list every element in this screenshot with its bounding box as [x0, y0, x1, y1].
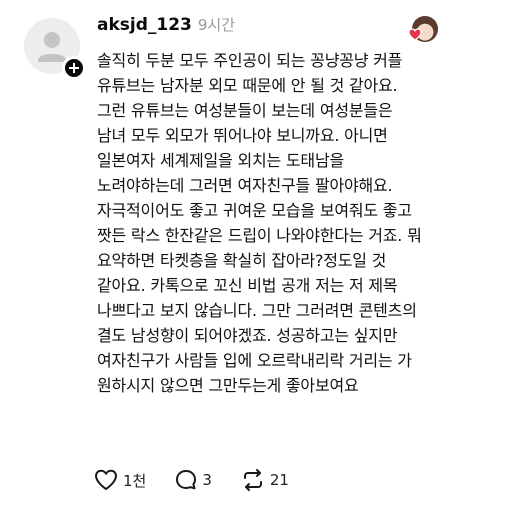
reply-count: 3 — [202, 471, 212, 489]
comment-line: 노려야하는데 그러면 여자친구들 팔아야해요. — [97, 176, 393, 195]
comment-line: 원하시지 않으면 그만두는게 좋아보여요 — [97, 376, 359, 395]
comment-line: 요약하면 타켓층을 확실히 잡아라?정도일 것 — [97, 251, 387, 270]
comment-line: 같아요. 카톡으로 꼬신 비법 공개 저는 저 제목 — [97, 276, 398, 295]
avatar-container[interactable] — [24, 18, 86, 80]
comment-card: aksjd_123 9시간 솔직히 두분 모두 주인공이 되는 꽁냥꽁냥 커플 … — [0, 0, 525, 514]
liked-by-author-avatar — [408, 16, 438, 42]
comment-header: aksjd_123 9시간 — [97, 14, 235, 38]
repost-count: 21 — [269, 471, 289, 489]
comment-line: 그런 유튜브는 여성분들이 보는데 여성분들은 — [97, 101, 393, 120]
repost-button[interactable]: 21 — [240, 468, 289, 492]
comment-line: 나쁘다고 보지 않습니다. 그만 그러려면 콘텐츠의 — [97, 301, 417, 320]
timestamp: 9시간 — [197, 16, 236, 34]
comment-body: 솔직히 두분 모두 주인공이 되는 꽁냥꽁냥 커플 유튜브는 남자분 외모 때문… — [97, 48, 507, 398]
comment-line: 남녀 모두 외모가 뛰어나야 보니까요. 아니면 — [97, 126, 388, 145]
like-count: 1천 — [123, 471, 147, 490]
comment-line: 자극적이어도 좋고 귀여운 모습을 보여줘도 좋고 — [97, 201, 412, 220]
comment-line: 여자친구가 사람들 입에 오르락내리락 거리는 가 — [97, 351, 412, 370]
comment-line: 솔직히 두분 모두 주인공이 되는 꽁냥꽁냥 커플 — [97, 51, 403, 70]
heart-outline-icon — [95, 469, 117, 490]
follow-button[interactable] — [62, 56, 86, 80]
action-bar: 1천 3 21 — [93, 466, 317, 494]
comment-line: 일본여자 세계제일을 외치는 도태남을 — [97, 151, 344, 170]
repost-icon — [243, 469, 262, 491]
username[interactable]: aksjd_123 — [97, 15, 192, 35]
comment-line: 결도 남성향이 되어야겠죠. 성공하고는 싶지만 — [97, 326, 398, 345]
reply-button[interactable]: 3 — [174, 468, 212, 492]
like-button[interactable]: 1천 — [93, 468, 146, 492]
comment-bubble-icon — [176, 470, 197, 490]
plus-icon — [69, 63, 79, 73]
comment-line: 짯든 락스 한잔같은 드립이 나와야한다는 거죠. 뭐 — [97, 226, 422, 245]
comment-line: 유튜브는 남자분 외모 때문에 안 될 것 같아요. — [97, 76, 398, 95]
heart-icon — [408, 28, 422, 41]
